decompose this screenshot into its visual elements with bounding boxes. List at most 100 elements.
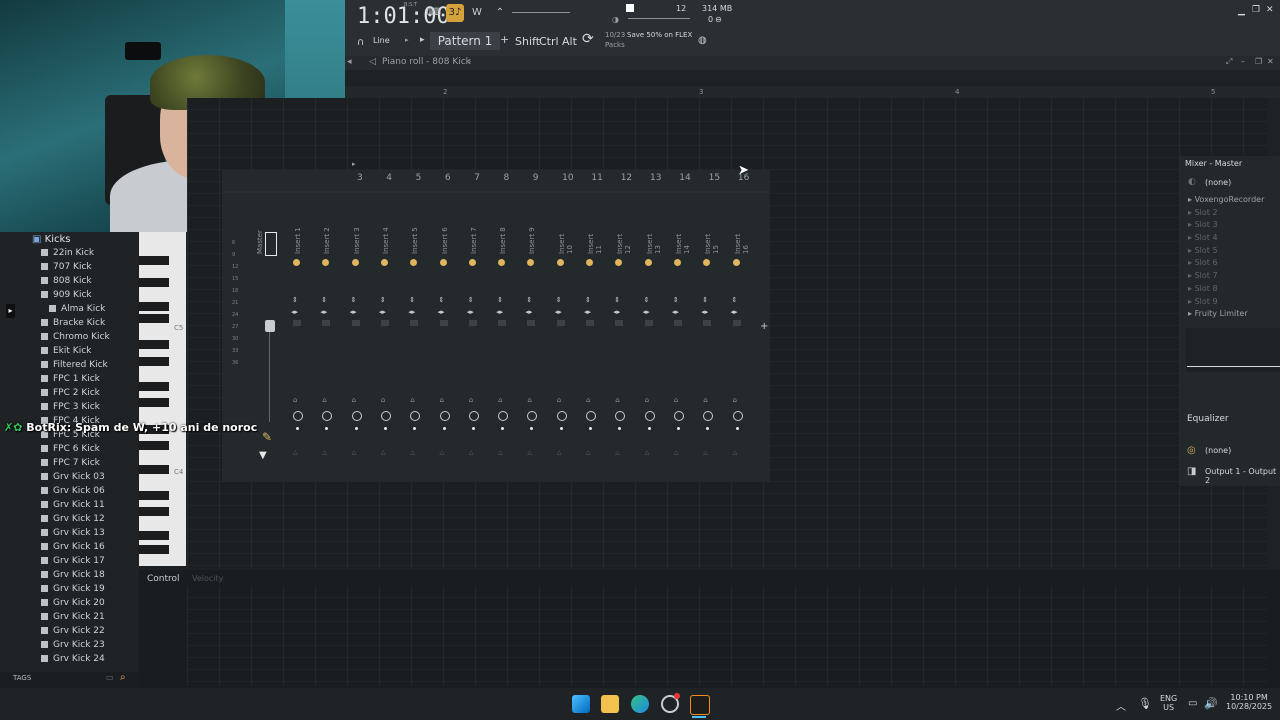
route-to-master-icon[interactable] xyxy=(293,411,303,421)
fx-toggle-icon[interactable]: ⌂ xyxy=(586,396,590,404)
effect-slot[interactable]: ▸ Slot 7 xyxy=(1188,271,1278,284)
send-indicator[interactable] xyxy=(501,427,505,430)
route-to-master-icon[interactable] xyxy=(673,411,684,421)
route-to-master-icon[interactable] xyxy=(468,411,479,421)
velocity-grid[interactable] xyxy=(187,586,1267,686)
pan-knob[interactable] xyxy=(351,259,359,266)
flex-promo-link[interactable]: Save 50% on FLEX xyxy=(627,31,692,39)
volume-fader[interactable] xyxy=(556,320,565,326)
route-arrow-icon[interactable]: △ xyxy=(586,449,591,456)
swap-channels-icon[interactable]: ◂▸ xyxy=(379,308,386,316)
strip-label[interactable]: Insert 16 xyxy=(734,224,750,254)
output-select[interactable]: Output 1 - Output 2 xyxy=(1205,467,1280,485)
volume-fader[interactable] xyxy=(703,320,712,326)
route-arrow-icon[interactable]: △ xyxy=(674,449,679,456)
piano-roll-speaker-icon[interactable]: ◁ xyxy=(369,57,376,67)
fx-toggle-icon[interactable]: ⌂ xyxy=(645,396,649,404)
strip-label[interactable]: Insert 15 xyxy=(704,224,720,254)
route-arrow-icon[interactable]: △ xyxy=(352,449,357,456)
browser-item[interactable]: Grv Kick 18 xyxy=(41,570,110,584)
horizontal-scrollbar[interactable] xyxy=(345,72,1280,84)
route-arrow-icon[interactable]: △ xyxy=(498,449,503,456)
black-key[interactable] xyxy=(139,357,169,366)
browser-expand-icon[interactable]: ▸ xyxy=(6,304,15,318)
fx-toggle-icon[interactable]: ⌂ xyxy=(322,396,326,404)
browser-item[interactable]: Grv Kick 22 xyxy=(41,626,110,640)
fl-studio-icon[interactable] xyxy=(690,695,710,715)
stereo-separation-icon[interactable]: ⇕ xyxy=(497,296,503,304)
tempo-slider[interactable] xyxy=(512,12,570,13)
fx-toggle-icon[interactable]: ⌂ xyxy=(498,396,502,404)
browser-item[interactable]: Grv Kick 17 xyxy=(41,556,110,570)
strip-label[interactable]: Insert 13 xyxy=(646,224,662,254)
swap-channels-icon[interactable]: ◂▸ xyxy=(584,308,591,316)
send-indicator[interactable] xyxy=(354,427,358,430)
route-to-master-icon[interactable] xyxy=(527,411,538,421)
strip-label[interactable]: Insert 4 xyxy=(382,224,390,254)
route-to-master-icon[interactable] xyxy=(556,411,567,421)
control-target[interactable]: Velocity xyxy=(192,574,223,583)
volume-icon[interactable]: 🔊 xyxy=(1204,697,1218,710)
swap-channels-icon[interactable]: ◂▸ xyxy=(408,308,415,316)
stereo-separation-icon[interactable]: ⇕ xyxy=(439,296,445,304)
draw-mode-select[interactable]: Line xyxy=(373,36,390,45)
tag-folder-icon[interactable]: ▭ xyxy=(106,673,114,682)
route-arrow-icon[interactable]: △ xyxy=(469,449,474,456)
swap-channels-icon[interactable]: ◂▸ xyxy=(438,308,445,316)
volume-fader[interactable] xyxy=(644,320,653,326)
input-select[interactable]: (none) xyxy=(1205,178,1231,187)
pan-knob[interactable] xyxy=(380,259,388,266)
strip-label[interactable]: Insert 5 xyxy=(411,224,419,254)
pan-knob[interactable] xyxy=(322,259,330,266)
input-port-icon[interactable]: ◐ xyxy=(1188,177,1196,187)
alt-modifier[interactable]: Alt xyxy=(562,35,577,48)
add-pattern-icon[interactable]: + xyxy=(500,33,509,46)
effect-slot[interactable]: ▸ Fruity Limiter xyxy=(1188,309,1278,322)
add-insert-icon[interactable]: + xyxy=(760,321,768,332)
send-indicator[interactable] xyxy=(296,427,299,430)
tool-mode-arrow-icon[interactable]: ▸ xyxy=(405,36,409,44)
browser-item[interactable]: Grv Kick 12 xyxy=(41,514,110,528)
volume-fader[interactable] xyxy=(439,320,448,326)
stereo-separation-icon[interactable]: ⇕ xyxy=(321,296,327,304)
browser-item[interactable]: Grv Kick 11 xyxy=(41,500,110,514)
strip-label[interactable]: Insert 1 xyxy=(294,224,302,254)
browser-item[interactable]: Grv Kick 06 xyxy=(41,486,110,500)
send-indicator[interactable] xyxy=(413,427,417,430)
stereo-separation-icon[interactable]: ⇕ xyxy=(702,296,708,304)
ctrl-modifier[interactable]: Ctrl xyxy=(539,35,559,48)
send-indicator[interactable] xyxy=(647,427,651,430)
volume-fader[interactable] xyxy=(322,320,331,326)
network-icon[interactable]: ▭ xyxy=(1188,698,1197,709)
browser-item[interactable]: Chromo Kick xyxy=(41,332,110,346)
black-key[interactable] xyxy=(139,340,169,349)
close-icon[interactable]: ✕ xyxy=(1266,5,1274,15)
pan-knob[interactable] xyxy=(732,259,740,266)
pan-knob[interactable] xyxy=(615,259,623,266)
volume-fader[interactable] xyxy=(732,320,741,326)
strip-label[interactable]: Insert 10 xyxy=(558,224,574,254)
black-key[interactable] xyxy=(139,491,169,500)
shift-modifier[interactable]: Shift xyxy=(515,35,540,48)
swap-channels-icon[interactable]: ◂▸ xyxy=(613,308,620,316)
strip-label[interactable]: Insert 9 xyxy=(528,224,536,254)
windows-start-icon[interactable] xyxy=(572,695,590,713)
strip-label[interactable]: Insert 3 xyxy=(353,224,361,254)
route-to-master-icon[interactable] xyxy=(498,411,509,421)
pan-knob[interactable] xyxy=(527,259,535,266)
swap-channels-icon[interactable]: ◂▸ xyxy=(291,308,298,316)
browser-item[interactable]: Grv Kick 24 xyxy=(41,654,110,668)
volume-fader[interactable] xyxy=(527,320,536,326)
browser-item[interactable]: 707 Kick xyxy=(41,262,110,276)
volume-fader[interactable] xyxy=(586,320,594,326)
tray-chevron-icon[interactable]: ︿ xyxy=(1116,698,1126,713)
browser-item[interactable]: FPC 2 Kick xyxy=(41,388,110,402)
search-icon[interactable]: ⌕ xyxy=(120,672,126,683)
send-indicator[interactable] xyxy=(676,427,680,430)
black-key[interactable] xyxy=(139,507,169,516)
swap-channels-icon[interactable]: ◂▸ xyxy=(701,308,708,316)
send-indicator[interactable] xyxy=(530,427,534,430)
effect-slot[interactable]: ▸ VoxengoRecorder xyxy=(1188,195,1278,208)
black-key[interactable] xyxy=(139,545,169,554)
swap-channels-icon[interactable]: ◂▸ xyxy=(672,308,679,316)
